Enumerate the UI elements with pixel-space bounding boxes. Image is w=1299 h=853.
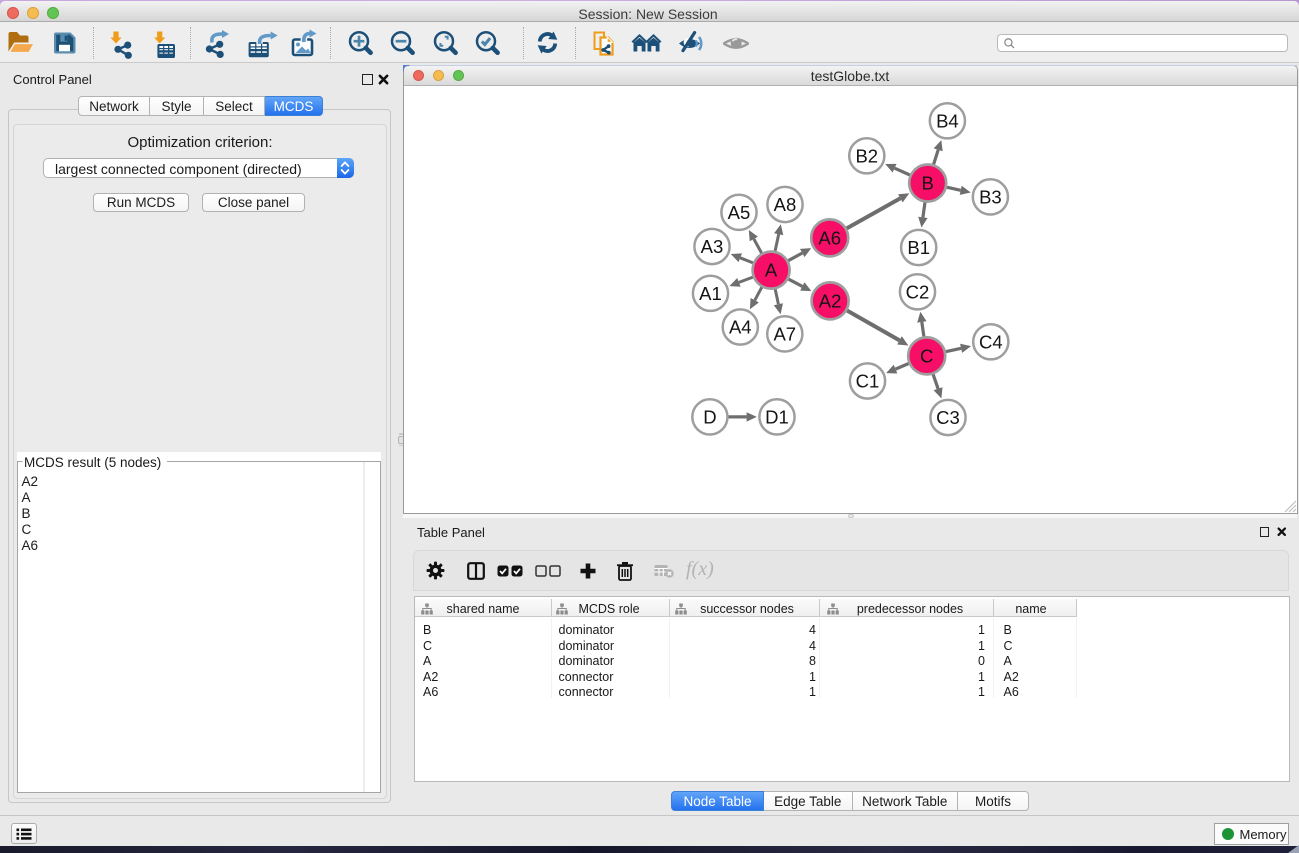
svg-text:D: D: [703, 406, 716, 427]
svg-text:C2: C2: [906, 281, 930, 302]
svg-text:D1: D1: [765, 406, 789, 427]
svg-text:B2: B2: [855, 145, 878, 166]
svg-text:A5: A5: [728, 202, 751, 223]
svg-text:A7: A7: [773, 323, 796, 344]
svg-text:C4: C4: [979, 331, 1003, 352]
svg-text:A8: A8: [774, 194, 797, 215]
svg-text:A3: A3: [701, 236, 724, 257]
svg-text:C: C: [920, 345, 933, 366]
svg-text:B1: B1: [907, 237, 930, 258]
svg-text:A2: A2: [819, 290, 842, 311]
svg-text:C1: C1: [856, 371, 880, 392]
svg-text:A1: A1: [699, 283, 722, 304]
svg-text:B: B: [922, 173, 934, 194]
svg-text:C3: C3: [936, 407, 960, 428]
svg-text:A4: A4: [729, 317, 752, 338]
svg-text:A: A: [765, 260, 778, 281]
svg-text:B3: B3: [979, 186, 1002, 207]
svg-text:A6: A6: [818, 227, 841, 248]
svg-text:B4: B4: [936, 110, 959, 131]
